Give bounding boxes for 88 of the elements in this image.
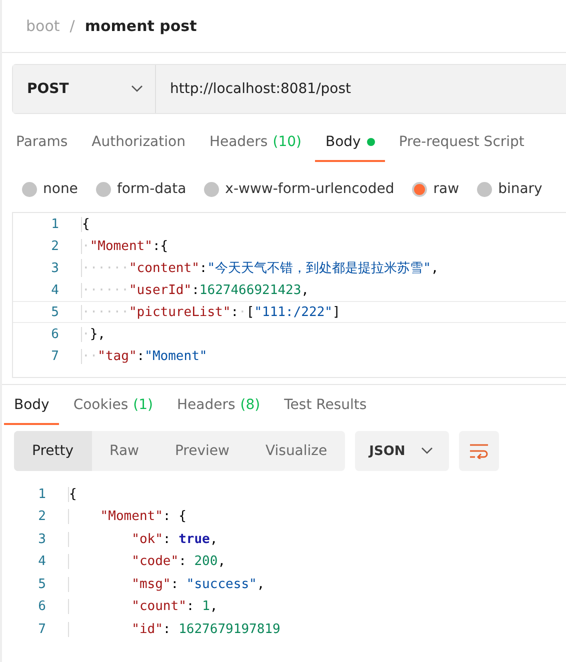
code-key: "count" xyxy=(69,599,186,614)
code-string: "success" xyxy=(186,576,257,592)
code-punctuation: , xyxy=(301,282,309,298)
code-key: "id" xyxy=(69,622,163,637)
format-dropdown[interactable]: JSON xyxy=(355,431,450,471)
code-punctuation: , xyxy=(430,261,439,276)
code-punctuation: : xyxy=(178,554,188,570)
request-name: moment post xyxy=(84,17,197,35)
code-key: "content" xyxy=(128,261,200,276)
whitespace-marker: ······ xyxy=(82,282,129,298)
response-tab[interactable]: Headers (8) xyxy=(167,389,270,425)
code-key: "ok" xyxy=(69,532,163,547)
code-key: "Moment" xyxy=(69,509,163,524)
code-number: 200 xyxy=(194,554,218,570)
code-key: "pictureList" xyxy=(128,304,231,320)
code-number: 1627679197819 xyxy=(178,622,280,637)
line-number: 7 xyxy=(37,622,47,637)
whitespace-marker: · xyxy=(238,304,246,320)
code-key: "code" xyxy=(69,554,179,570)
request-tab[interactable]: Pre-request Script xyxy=(388,126,534,162)
wrap-lines-button[interactable] xyxy=(459,431,500,471)
code-punctuation: { xyxy=(82,216,90,232)
body-type-radio[interactable]: binary xyxy=(477,174,542,204)
view-mode-button[interactable]: Visualize xyxy=(247,431,346,471)
line-number: 6 xyxy=(50,326,60,342)
line-number: 2 xyxy=(50,238,60,254)
view-mode-button[interactable]: Pretty xyxy=(14,431,92,471)
code-punctuation: : xyxy=(136,348,145,364)
code-string: "今天天气不错，到处都是提拉米苏雪" xyxy=(207,261,431,276)
code-punctuation: ] xyxy=(332,304,340,320)
code-punctuation: { xyxy=(69,486,77,502)
request-tab[interactable]: Headers (10) xyxy=(199,126,312,162)
line-number: 4 xyxy=(50,282,60,298)
code-string: "111:/222" xyxy=(254,304,332,320)
chevron-down-icon xyxy=(421,447,434,455)
code-punctuation: : { xyxy=(162,509,186,524)
code-key: "userId" xyxy=(128,282,192,298)
code-punctuation: , xyxy=(218,554,226,570)
line-number: 6 xyxy=(37,599,47,614)
request-tab[interactable]: Body xyxy=(315,126,385,162)
line-number: 4 xyxy=(37,554,47,570)
code-punctuation: : xyxy=(230,304,239,320)
code-string: "Moment" xyxy=(144,348,208,364)
code-keyword: true xyxy=(178,532,210,547)
response-tab[interactable]: Test Results xyxy=(274,389,377,425)
code-punctuation: : xyxy=(199,261,208,276)
code-key: "msg" xyxy=(69,576,171,592)
line-number: 2 xyxy=(37,509,47,524)
body-type-radio[interactable]: form-data xyxy=(96,174,186,204)
view-mode-button[interactable]: Raw xyxy=(92,431,157,471)
code-punctuation: :{ xyxy=(152,238,168,254)
code-punctuation: , xyxy=(210,532,218,547)
code-number: 1627466921423 xyxy=(199,282,302,298)
code-punctuation: , xyxy=(210,599,218,614)
code-key: "Moment" xyxy=(90,238,152,254)
line-number: 5 xyxy=(50,304,60,320)
response-tab[interactable]: Body xyxy=(4,389,60,425)
code-punctuation: [ xyxy=(246,304,254,320)
code-punctuation: : xyxy=(170,576,180,592)
wrap-lines-icon xyxy=(469,443,490,459)
whitespace-marker: · xyxy=(82,238,90,254)
whitespace-marker: ······ xyxy=(82,304,129,320)
breadcrumb-separator: / xyxy=(70,17,75,35)
line-number: 7 xyxy=(50,348,60,364)
body-type-radio[interactable]: x-www-form-urlencoded xyxy=(204,174,394,204)
body-type-radio[interactable]: none xyxy=(22,174,78,204)
request-tab[interactable]: Authorization xyxy=(82,126,196,162)
code-number: 1 xyxy=(202,599,210,614)
code-key: "tag" xyxy=(98,348,137,364)
request-body-editor[interactable]: 1 { 2 ·"Moment":{ 3 ······"content":"今天天气不错，到处都是提拉米苏雪", 4 ······"userId":1627466921423, 5 ······"pictureList":·["111:/222"] 6 ·}, 7 ··"tag":"Moment" xyxy=(12,212,566,378)
request-tab[interactable]: Params xyxy=(6,126,78,162)
response-tab[interactable]: Cookies (1) xyxy=(63,389,163,425)
view-mode-button[interactable]: Preview xyxy=(156,431,248,471)
code-punctuation: : xyxy=(192,282,200,298)
whitespace-marker: · xyxy=(82,326,90,342)
whitespace-marker: ·· xyxy=(82,348,98,364)
whitespace-marker: ······ xyxy=(82,261,129,276)
code-punctuation: : xyxy=(162,532,172,547)
body-type-radio[interactable]: raw xyxy=(412,174,460,204)
code-punctuation: : xyxy=(162,622,172,637)
code-punctuation: , xyxy=(256,576,265,592)
line-number: 3 xyxy=(50,260,60,276)
line-number: 3 xyxy=(37,532,47,547)
code-punctuation: : xyxy=(186,599,196,614)
line-number: 5 xyxy=(37,576,47,592)
line-number: 1 xyxy=(50,216,60,232)
line-number: 1 xyxy=(37,486,47,502)
code-punctuation: }, xyxy=(90,326,106,342)
